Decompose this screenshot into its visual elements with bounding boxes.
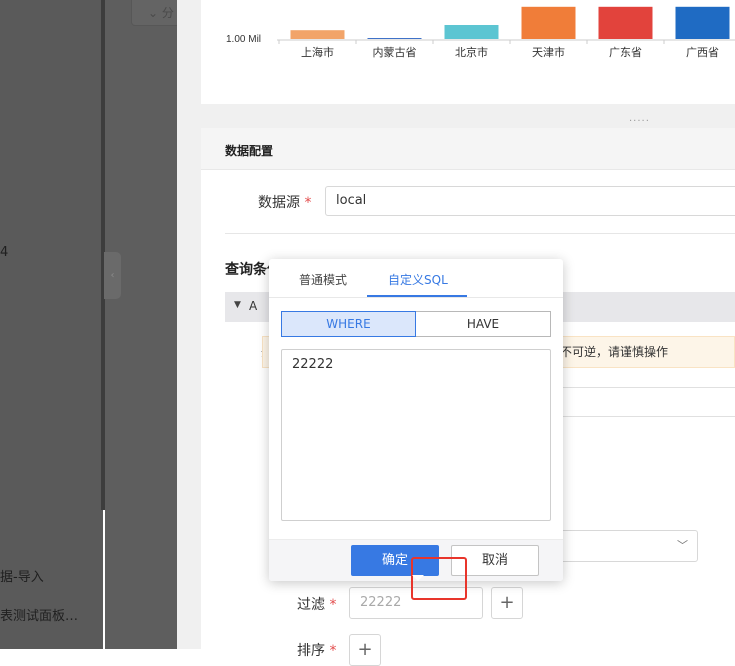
datasource-input[interactable]: local xyxy=(325,186,735,216)
tab-normal-mode[interactable]: 普通模式 xyxy=(299,271,347,288)
chart-bar[interactable] xyxy=(444,25,499,39)
tab-custom-sql[interactable]: 自定义SQL xyxy=(388,271,448,288)
warning-text: 不可逆，请谨慎操作 xyxy=(560,345,669,359)
x-tick-label: 北京市 xyxy=(455,45,488,59)
cursor-icon xyxy=(412,575,424,581)
chart-bar[interactable] xyxy=(598,6,653,40)
collapse-chevron-icon[interactable]: ‹ xyxy=(104,252,121,299)
filter-label-text: 过滤 xyxy=(297,597,325,613)
x-tick-label: 内蒙古省 xyxy=(373,45,417,59)
required-mark: * xyxy=(329,643,337,659)
x-tick-label: 广西省 xyxy=(686,46,719,59)
active-tab-indicator xyxy=(367,295,467,297)
add-filter-button[interactable]: + xyxy=(491,587,523,619)
x-tick-label: 上海市 xyxy=(301,45,334,59)
left-list-item-panel[interactable]: 表测试面板… xyxy=(0,605,78,624)
left-number-fragment: 4 xyxy=(0,245,9,260)
chevron-down-icon[interactable]: ﹀ xyxy=(677,537,688,553)
required-mark: * xyxy=(329,597,337,613)
sort-label: 排序 * xyxy=(297,640,336,660)
sort-label-text: 排序 xyxy=(297,643,325,659)
divider xyxy=(225,233,735,234)
sql-textarea[interactable]: 22222 xyxy=(281,349,551,521)
bar-chart: 1.00 Mil 上海市 内蒙古省 北京市 天津市 广东省 广西省 xyxy=(226,6,735,59)
x-tick-label: 广东省 xyxy=(609,46,642,59)
segment-where[interactable]: WHERE xyxy=(281,311,416,337)
add-sort-button[interactable]: + xyxy=(349,634,381,666)
left-list-item-import[interactable]: 据-导入 xyxy=(0,566,44,585)
x-tick-label: 天津市 xyxy=(532,45,565,59)
query-group-label: A xyxy=(249,299,258,313)
resize-handle[interactable]: ····· xyxy=(629,116,650,127)
left-nav-gutter xyxy=(105,0,177,649)
chart-card: 1.00 Mil 上海市 内蒙古省 北京市 天津市 广东省 广西省 xyxy=(201,0,735,104)
chart-bar[interactable] xyxy=(290,30,345,39)
condition-select[interactable] xyxy=(545,530,698,562)
required-mark: * xyxy=(304,195,312,211)
top-dropdown-label: 分 xyxy=(161,6,174,20)
datasource-label: 数据源 * xyxy=(258,192,311,212)
caret-down-icon[interactable]: ▼ xyxy=(234,300,241,310)
condition-input[interactable] xyxy=(545,387,735,417)
filter-label: 过滤 * xyxy=(297,594,336,614)
chart-bar[interactable] xyxy=(521,6,576,40)
chart-bar[interactable] xyxy=(675,6,730,40)
segment-have[interactable]: HAVE xyxy=(416,311,551,337)
y-tick-label: 1.00 Mil xyxy=(226,34,261,45)
popover-tabs-divider xyxy=(269,297,563,298)
datasource-label-text: 数据源 xyxy=(258,195,300,211)
chart-bar[interactable] xyxy=(367,38,422,39)
data-config-title: 数据配置 xyxy=(225,144,274,158)
data-config-header xyxy=(201,128,735,170)
left-nav-panel xyxy=(0,0,103,649)
